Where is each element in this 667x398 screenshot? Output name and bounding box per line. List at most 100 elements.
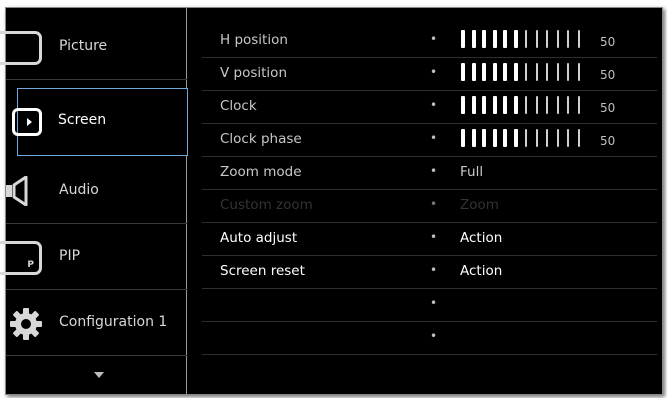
sidebar-item-audio[interactable]: Audio (6, 158, 187, 224)
slider-tick (577, 63, 580, 81)
slider-tick (513, 30, 518, 48)
setting-label: Custom zoom (220, 197, 313, 213)
setting-row-v-position[interactable]: V position • 50 (202, 58, 657, 91)
bullet: • (430, 98, 438, 112)
slider-tick (525, 63, 527, 81)
slider-tick (535, 129, 538, 147)
setting-row-screen-reset[interactable]: Screen reset • Action (202, 256, 657, 289)
setting-label: H position (220, 32, 288, 48)
v-position-slider[interactable] (461, 63, 591, 83)
slider-tick (546, 96, 548, 114)
slider-tick (503, 63, 507, 81)
slider-tick (492, 96, 497, 114)
slider-value: 50 (600, 134, 616, 148)
setting-label: Clock phase (220, 131, 302, 147)
setting-label: Auto adjust (220, 230, 298, 246)
setting-row-h-position[interactable]: H position • 50 (202, 25, 657, 58)
slider-tick (567, 63, 569, 81)
slider-tick (556, 96, 559, 114)
sidebar-item-configuration-1[interactable]: Configuration 1 (6, 290, 187, 356)
slider-tick (513, 129, 518, 147)
slider-tick (567, 30, 569, 48)
sidebar-item-pip[interactable]: P PIP (0, 224, 187, 290)
slider-tick (546, 129, 548, 147)
slider-tick (482, 96, 486, 114)
slider-tick (577, 96, 580, 114)
slider-tick (482, 129, 486, 147)
slider-tick (577, 30, 580, 48)
bullet: • (430, 197, 438, 211)
slider-tick (556, 63, 559, 81)
clock-slider[interactable] (461, 96, 591, 116)
slider-tick (546, 30, 548, 48)
slider-tick (461, 63, 465, 81)
slider-tick (567, 96, 569, 114)
slider-tick (535, 96, 538, 114)
settings-panel: H position • 50 V position • 50 Clock • … (188, 8, 663, 394)
sidebar: Picture Screen Audio P PIP Configuration… (0, 8, 188, 394)
sidebar-item-label: Audio (59, 182, 99, 198)
bullet: • (430, 263, 438, 277)
setting-label: V position (220, 65, 287, 81)
setting-value: Zoom (460, 197, 499, 213)
setting-row-empty: • (202, 322, 657, 355)
setting-value: Full (460, 164, 484, 180)
screen-icon (12, 108, 42, 136)
sidebar-item-label: Configuration 1 (59, 314, 168, 330)
setting-row-custom-zoom: Custom zoom • Zoom (202, 190, 657, 223)
bullet: • (430, 65, 438, 79)
bullet: • (430, 131, 438, 145)
slider-tick (525, 129, 527, 147)
setting-label: Zoom mode (220, 164, 302, 180)
slider-tick (513, 63, 518, 81)
picture-icon (0, 31, 42, 65)
pip-icon: P (0, 241, 42, 275)
setting-row-zoom-mode[interactable]: Zoom mode • Full (202, 157, 657, 190)
slider-tick (577, 129, 580, 147)
pip-badge: P (27, 260, 34, 270)
setting-row-clock-phase[interactable]: Clock phase • 50 (202, 124, 657, 157)
bullet: • (430, 230, 438, 244)
slider-tick (556, 129, 559, 147)
slider-tick (503, 96, 507, 114)
slider-tick (492, 63, 497, 81)
slider-tick (503, 30, 507, 48)
slider-value: 50 (600, 101, 616, 115)
slider-tick (567, 129, 569, 147)
osd-menu: Picture Screen Audio P PIP Configuration… (0, 7, 663, 395)
sidebar-item-screen[interactable]: Screen (12, 88, 188, 156)
chevron-down-icon[interactable] (94, 372, 104, 378)
slider-tick (461, 30, 465, 48)
setting-label: Screen reset (220, 263, 305, 279)
slider-tick (513, 96, 518, 114)
slider-tick (471, 129, 476, 147)
setting-row-empty: • (202, 289, 657, 322)
slider-tick (471, 30, 476, 48)
slider-tick (471, 96, 476, 114)
slider-tick (482, 30, 486, 48)
speaker-icon (6, 176, 28, 206)
setting-row-auto-adjust[interactable]: Auto adjust • Action (202, 223, 657, 256)
clock-phase-slider[interactable] (461, 129, 591, 149)
bullet: • (430, 32, 438, 46)
setting-label: Clock (220, 98, 257, 114)
setting-value: Action (460, 230, 503, 246)
sidebar-item-label: Picture (59, 38, 108, 54)
sidebar-item-label: PIP (59, 248, 81, 264)
slider-value: 50 (600, 68, 616, 82)
bullet: • (430, 296, 438, 310)
slider-tick (535, 30, 538, 48)
slider-tick (492, 30, 497, 48)
h-position-slider[interactable] (461, 30, 591, 50)
slider-tick (525, 96, 527, 114)
bullet: • (430, 164, 438, 178)
bullet: • (430, 329, 438, 343)
slider-value: 50 (600, 35, 616, 49)
slider-tick (492, 129, 497, 147)
slider-tick (461, 96, 465, 114)
slider-tick (461, 129, 465, 147)
setting-row-clock[interactable]: Clock • 50 (202, 91, 657, 124)
slider-tick (525, 30, 527, 48)
slider-tick (482, 63, 486, 81)
sidebar-item-picture[interactable]: Picture (0, 14, 187, 80)
